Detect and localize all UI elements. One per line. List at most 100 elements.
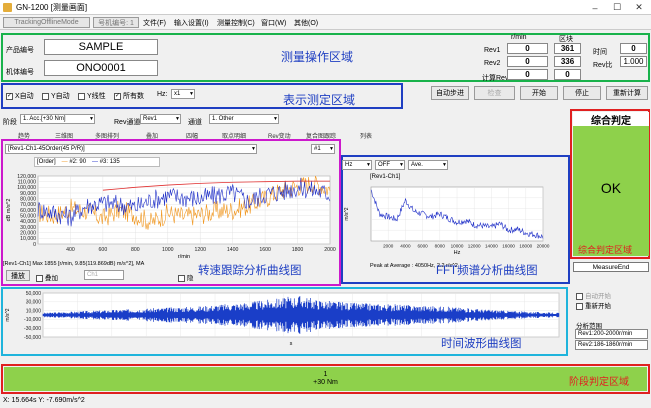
machine-field[interactable]: ONO0001 <box>44 60 158 76</box>
range-rev1: Rev1:200-2000r/min <box>575 329 648 339</box>
time-value: 0 <box>620 43 647 54</box>
menu-measure-control[interactable]: 测量控制(C) <box>217 18 255 28</box>
window-title: GN-1200 [测量画面] <box>16 2 88 12</box>
menu-window[interactable]: 窗口(W) <box>261 18 286 28</box>
maximize-icon[interactable]: ☐ <box>606 0 628 15</box>
timewave-y-tick-label: -10,000 <box>24 317 41 323</box>
tracking-y-tick-label: 80,000 <box>20 196 36 202</box>
stop-button[interactable]: 停止 <box>563 86 601 100</box>
hide-checkbox[interactable] <box>178 274 185 282</box>
rev-channel-label: Rev通道 <box>114 119 141 126</box>
machine-label: 机体编号 <box>6 69 34 76</box>
menu-input-settings[interactable]: 输入设置(I) <box>174 18 209 28</box>
tracking-x-tick-label: 1400 <box>227 247 239 253</box>
all-params-check[interactable]: ✓ 所有数 <box>114 91 144 101</box>
y-auto-checkbox[interactable] <box>42 92 49 100</box>
minimize-icon[interactable]: – <box>584 0 606 15</box>
x-auto-check[interactable]: ✓ X自动 <box>6 91 34 101</box>
tracking-x-tick-label: 1200 <box>194 247 206 253</box>
chevron-down-icon: ▼ <box>329 146 334 152</box>
calc-rev-label: 计算Rev <box>482 75 509 82</box>
legend-series-3: — #3: 135 <box>92 159 120 165</box>
tab-list[interactable]: 列表 <box>360 131 372 140</box>
fft-x-tick-label: 6000 <box>417 244 428 249</box>
tracking-y-tick-label: 40,000 <box>20 219 36 225</box>
fft-region-label: FFT频谱分析曲线图 <box>436 265 538 277</box>
y-auto-check[interactable]: Y自动 <box>42 91 70 101</box>
auto-start-checkbox[interactable] <box>576 292 583 300</box>
rev2-block: 336 <box>554 56 581 67</box>
hz-label: Hz: <box>157 91 168 98</box>
check-button[interactable]: 检查 <box>474 86 515 100</box>
timewave-y-tick-label: 50,000 <box>26 291 42 297</box>
restart-label: 重新开始 <box>585 303 611 310</box>
fft-y-axis-label: m/s^2 <box>344 207 350 220</box>
ch-select-value: Ch1 <box>87 272 99 278</box>
all-params-label: 所有数 <box>123 93 144 100</box>
y-linear-label: Y线性 <box>87 93 106 100</box>
auto-start-check[interactable]: 自动开始 <box>576 290 611 300</box>
fft-unit-select[interactable]: Hz ▼ <box>342 160 372 170</box>
tracking-y-tick-label: 30,000 <box>20 225 36 231</box>
start-button[interactable]: 开始 <box>520 86 558 100</box>
y-auto-label: Y自动 <box>51 93 70 100</box>
all-params-checkbox[interactable]: ✓ <box>114 92 121 100</box>
close-icon[interactable]: ✕ <box>628 0 650 15</box>
app-icon <box>3 3 12 12</box>
recalc-button[interactable]: 重新计算 <box>606 86 648 100</box>
fft-average-select[interactable]: Ave. ▼ <box>408 160 448 170</box>
rev2-label: Rev2 <box>484 60 501 67</box>
judge-result: OK <box>600 180 622 196</box>
range-rev2: Rev2:186-1860r/min <box>575 340 648 350</box>
tracking-y-tick-label: 20,000 <box>20 230 36 236</box>
hide-check[interactable]: 隐 <box>178 272 194 282</box>
menu-file[interactable]: 文件(F) <box>143 18 166 28</box>
fft-chart[interactable]: 2000 4000 6000 8000 10000 12000 14000 16000 1800… <box>343 181 568 259</box>
overlay-check[interactable]: 叠加 <box>36 272 58 282</box>
fft-window-select[interactable]: OFF ▼ <box>375 160 405 170</box>
measure-end-status: MeasureEnd <box>573 262 649 272</box>
fft-x-tick-label: 20000 <box>537 244 550 249</box>
overlay-checkbox[interactable] <box>36 274 43 282</box>
mode-button[interactable]: TrackingOfflineMode <box>3 17 90 28</box>
trace-select[interactable]: #1 ▼ <box>311 144 335 154</box>
restart-check[interactable]: 重新开始 <box>576 300 611 310</box>
product-label: 产品编号 <box>6 47 34 54</box>
x-auto-checkbox[interactable]: ✓ <box>6 92 13 100</box>
y-linear-check[interactable]: Y线性 <box>78 91 106 101</box>
ch-select[interactable]: Ch1 <box>84 270 124 280</box>
timewave-x-axis-label: s <box>290 341 293 347</box>
restart-checkbox[interactable] <box>576 302 583 310</box>
hide-label: 隐 <box>187 275 194 282</box>
tracking-x-tick-label: 2000 <box>324 247 336 253</box>
stage-select[interactable]: 1. Acc.[+30 Nm] ▼ <box>20 114 95 124</box>
fft-x-tick-label: 2000 <box>383 244 394 249</box>
tracking-chart[interactable]: 010,00020,00030,00040,00050,00060,00070,… <box>4 168 338 260</box>
hz-select[interactable]: x1 ▼ <box>171 89 195 99</box>
col-rmin: r/min <box>511 34 527 41</box>
machine-number[interactable]: 号机编号: 1 <box>93 17 139 28</box>
legend-series-3-label: #3: 135 <box>99 159 120 165</box>
play-button[interactable]: 播放 <box>6 270 30 281</box>
y-linear-checkbox[interactable] <box>78 92 85 100</box>
tracking-y-tick-label: 120,000 <box>17 174 36 180</box>
tracking-y-tick-label: 70,000 <box>20 202 36 208</box>
rev-channel-select[interactable]: Rev1 ▼ <box>140 114 181 124</box>
chevron-down-icon: ▼ <box>175 116 180 122</box>
stage-judge-region-label: 阶段判定区域 <box>569 377 629 388</box>
channel-select[interactable]: 1. Other ▼ <box>209 114 279 124</box>
judge-title: 综合判定 <box>573 112 649 127</box>
menu-other[interactable]: 其他(O) <box>294 18 318 28</box>
fft-x-tick-label: 18000 <box>519 244 532 249</box>
display-region-label: 表示测定区域 <box>283 93 356 107</box>
tracking-y-tick-label: 0 <box>33 242 36 248</box>
tracking-y-tick-label: 10,000 <box>20 236 36 242</box>
order-select[interactable]: [Rev1-Ch1-45Order(45 P/R)] ▼ <box>5 144 257 154</box>
auto-step-button[interactable]: 自动步进 <box>431 86 469 100</box>
product-field[interactable]: SAMPLE <box>44 39 158 55</box>
tracking-x-tick-label: 1600 <box>259 247 271 253</box>
tracking-y-tick-label: 60,000 <box>20 208 36 214</box>
timewave-region-label: 时间波形曲线图 <box>441 338 522 350</box>
auto-start-label: 自动开始 <box>585 293 611 300</box>
fft-x-tick-label: 16000 <box>502 244 515 249</box>
